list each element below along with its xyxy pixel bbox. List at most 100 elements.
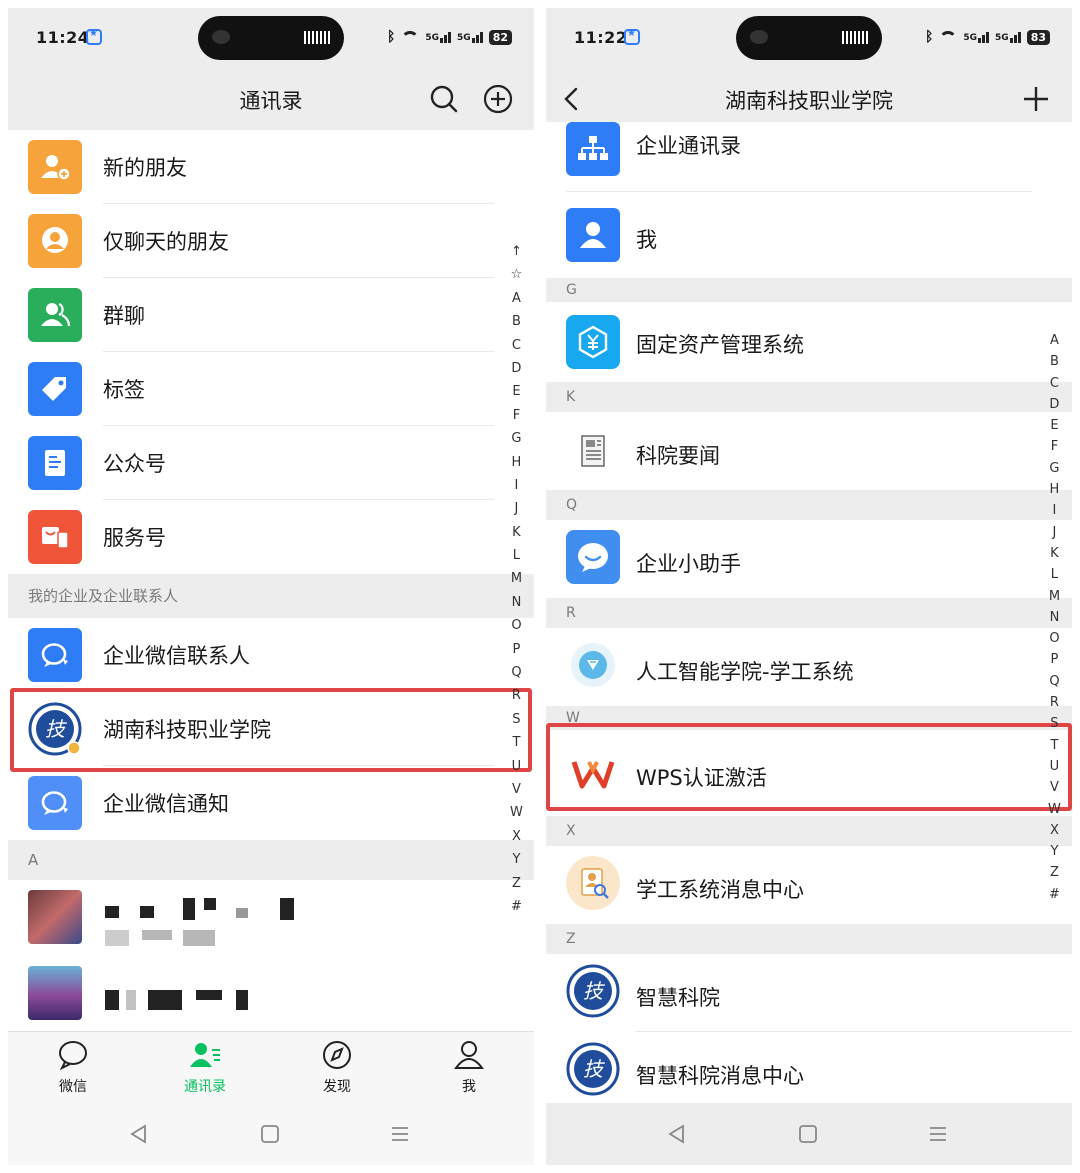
index-letter[interactable]: J [1053, 522, 1057, 543]
app-row[interactable]: 企业小助手 [546, 520, 1072, 598]
index-letter[interactable]: G [511, 427, 521, 450]
contact-row[interactable] [8, 956, 534, 1032]
wecom-contacts-row[interactable]: 企业微信联系人 [8, 618, 534, 692]
index-letter[interactable]: ↑ [511, 240, 522, 263]
index-letter[interactable]: P [1051, 649, 1059, 670]
index-letter[interactable]: S [512, 708, 520, 731]
index-letter[interactable]: L [513, 544, 520, 567]
index-letter[interactable]: U [512, 755, 522, 778]
newspaper-icon [566, 424, 620, 478]
index-letter[interactable]: K [1050, 543, 1059, 564]
index-letter[interactable]: X [1050, 820, 1059, 841]
back-triangle-icon[interactable] [128, 1123, 150, 1145]
index-letter[interactable]: C [1050, 373, 1059, 394]
index-letter[interactable]: P [513, 638, 521, 661]
index-letter[interactable]: R [1050, 692, 1059, 713]
tab-discover[interactable]: 发现 [297, 1040, 377, 1096]
index-letter[interactable]: V [512, 778, 521, 801]
index-letter[interactable]: E [512, 380, 520, 403]
wecom-notice-row[interactable]: 企业微信通知 [8, 766, 534, 840]
index-letter[interactable]: A [1050, 330, 1059, 351]
index-letter[interactable]: G [1049, 458, 1059, 479]
app-row[interactable]: 固定资产管理系统 [546, 302, 1072, 382]
row-label: 企业微信联系人 [103, 644, 250, 668]
menu-item-group-chat[interactable]: 群聊 [8, 278, 534, 352]
home-square-icon[interactable] [259, 1123, 281, 1145]
index-letter[interactable]: Y [512, 848, 520, 871]
index-letter[interactable]: H [1050, 479, 1060, 500]
alpha-index-bar[interactable]: A B C D E F G H I J K L M N O P Q R S T U V W X Y Z # [1048, 330, 1061, 905]
index-letter[interactable]: Y [1050, 841, 1058, 862]
add-icon[interactable] [1018, 81, 1054, 117]
app-row[interactable]: 技 智慧科院 [546, 954, 1072, 1032]
tab-contacts[interactable]: 通讯录 [165, 1040, 245, 1096]
search-icon[interactable] [426, 81, 462, 117]
index-letter[interactable]: B [512, 310, 521, 333]
app-row[interactable]: 人工智能学院-学工系统 [546, 628, 1072, 706]
tab-chats[interactable]: 微信 [33, 1040, 113, 1096]
index-letter[interactable]: C [512, 334, 521, 357]
menu-item-new-friends[interactable]: 新的朋友 [8, 130, 534, 204]
app-row[interactable]: 技 智慧科院消息中心 [546, 1032, 1072, 1110]
index-letter[interactable]: # [511, 895, 522, 918]
index-letter[interactable]: V [1050, 777, 1059, 798]
index-letter[interactable]: F [513, 404, 520, 427]
index-letter[interactable]: K [512, 521, 521, 544]
alpha-index-bar[interactable]: ↑ ☆ A B C D E F G H I J K L M N O P Q R S T U V W X Y Z # [510, 240, 523, 918]
tab-me[interactable]: 我 [429, 1040, 509, 1096]
index-letter[interactable]: N [1050, 607, 1060, 628]
system-status: ᛒ 5G 5G 82 [387, 28, 512, 46]
index-letter[interactable]: Z [1050, 862, 1059, 883]
index-letter[interactable]: Z [512, 872, 521, 895]
index-letter[interactable]: # [1049, 884, 1060, 905]
menu-item-service-accounts[interactable]: 服务号 [8, 500, 534, 574]
highlight-box [10, 688, 532, 772]
index-letter[interactable]: B [1050, 351, 1059, 372]
index-letter[interactable]: L [1051, 564, 1058, 585]
menu-item-official-accounts[interactable]: 公众号 [8, 426, 534, 500]
index-letter[interactable]: T [512, 731, 520, 754]
menu-item-tags[interactable]: 标签 [8, 352, 534, 426]
index-letter[interactable]: J [515, 497, 519, 520]
app-row[interactable]: 科院要闻 [546, 412, 1072, 490]
add-icon[interactable] [480, 81, 516, 117]
signal-icon: 5G [457, 31, 483, 43]
app-row[interactable]: 学工系统消息中心 [546, 846, 1072, 924]
index-letter[interactable]: X [512, 825, 521, 848]
index-letter[interactable]: A [512, 287, 521, 310]
index-letter[interactable]: D [1049, 394, 1059, 415]
index-letter[interactable]: R [512, 684, 521, 707]
index-letter[interactable]: Q [1049, 671, 1059, 692]
menu-item-chat-only-friends[interactable]: 仅聊天的朋友 [8, 204, 534, 278]
index-letter[interactable]: O [1049, 628, 1059, 649]
index-letter[interactable]: Q [511, 661, 521, 684]
row-label: 人工智能学院-学工系统 [636, 660, 854, 684]
index-letter[interactable]: ☆ [511, 263, 523, 286]
index-letter[interactable]: D [511, 357, 521, 380]
tab-label: 我 [462, 1079, 476, 1095]
me-row[interactable]: 我 [546, 192, 1072, 278]
row-label: 学工系统消息中心 [636, 878, 804, 902]
contact-row[interactable] [8, 880, 534, 956]
index-letter[interactable]: N [512, 591, 522, 614]
home-square-icon[interactable] [797, 1123, 819, 1145]
index-letter[interactable]: M [1049, 586, 1060, 607]
index-letter[interactable]: F [1051, 436, 1058, 457]
index-letter[interactable]: S [1050, 713, 1058, 734]
index-letter[interactable]: H [512, 451, 522, 474]
index-letter[interactable]: U [1050, 756, 1060, 777]
index-letter[interactable]: I [515, 474, 519, 497]
index-letter[interactable]: M [511, 567, 522, 590]
org-directory-row[interactable]: 企业通讯录 [546, 122, 1072, 192]
index-letter[interactable]: T [1050, 735, 1058, 756]
section-header-q: Q [546, 490, 1072, 520]
menu-lines-icon[interactable] [389, 1123, 411, 1145]
index-letter[interactable]: W [510, 801, 523, 824]
menu-lines-icon[interactable] [927, 1123, 949, 1145]
index-letter[interactable]: W [1048, 799, 1061, 820]
index-letter[interactable]: E [1050, 415, 1058, 436]
back-triangle-icon[interactable] [666, 1123, 688, 1145]
index-letter[interactable]: I [1053, 500, 1057, 521]
index-letter[interactable]: O [511, 614, 521, 637]
asset-yen-icon [566, 315, 620, 369]
